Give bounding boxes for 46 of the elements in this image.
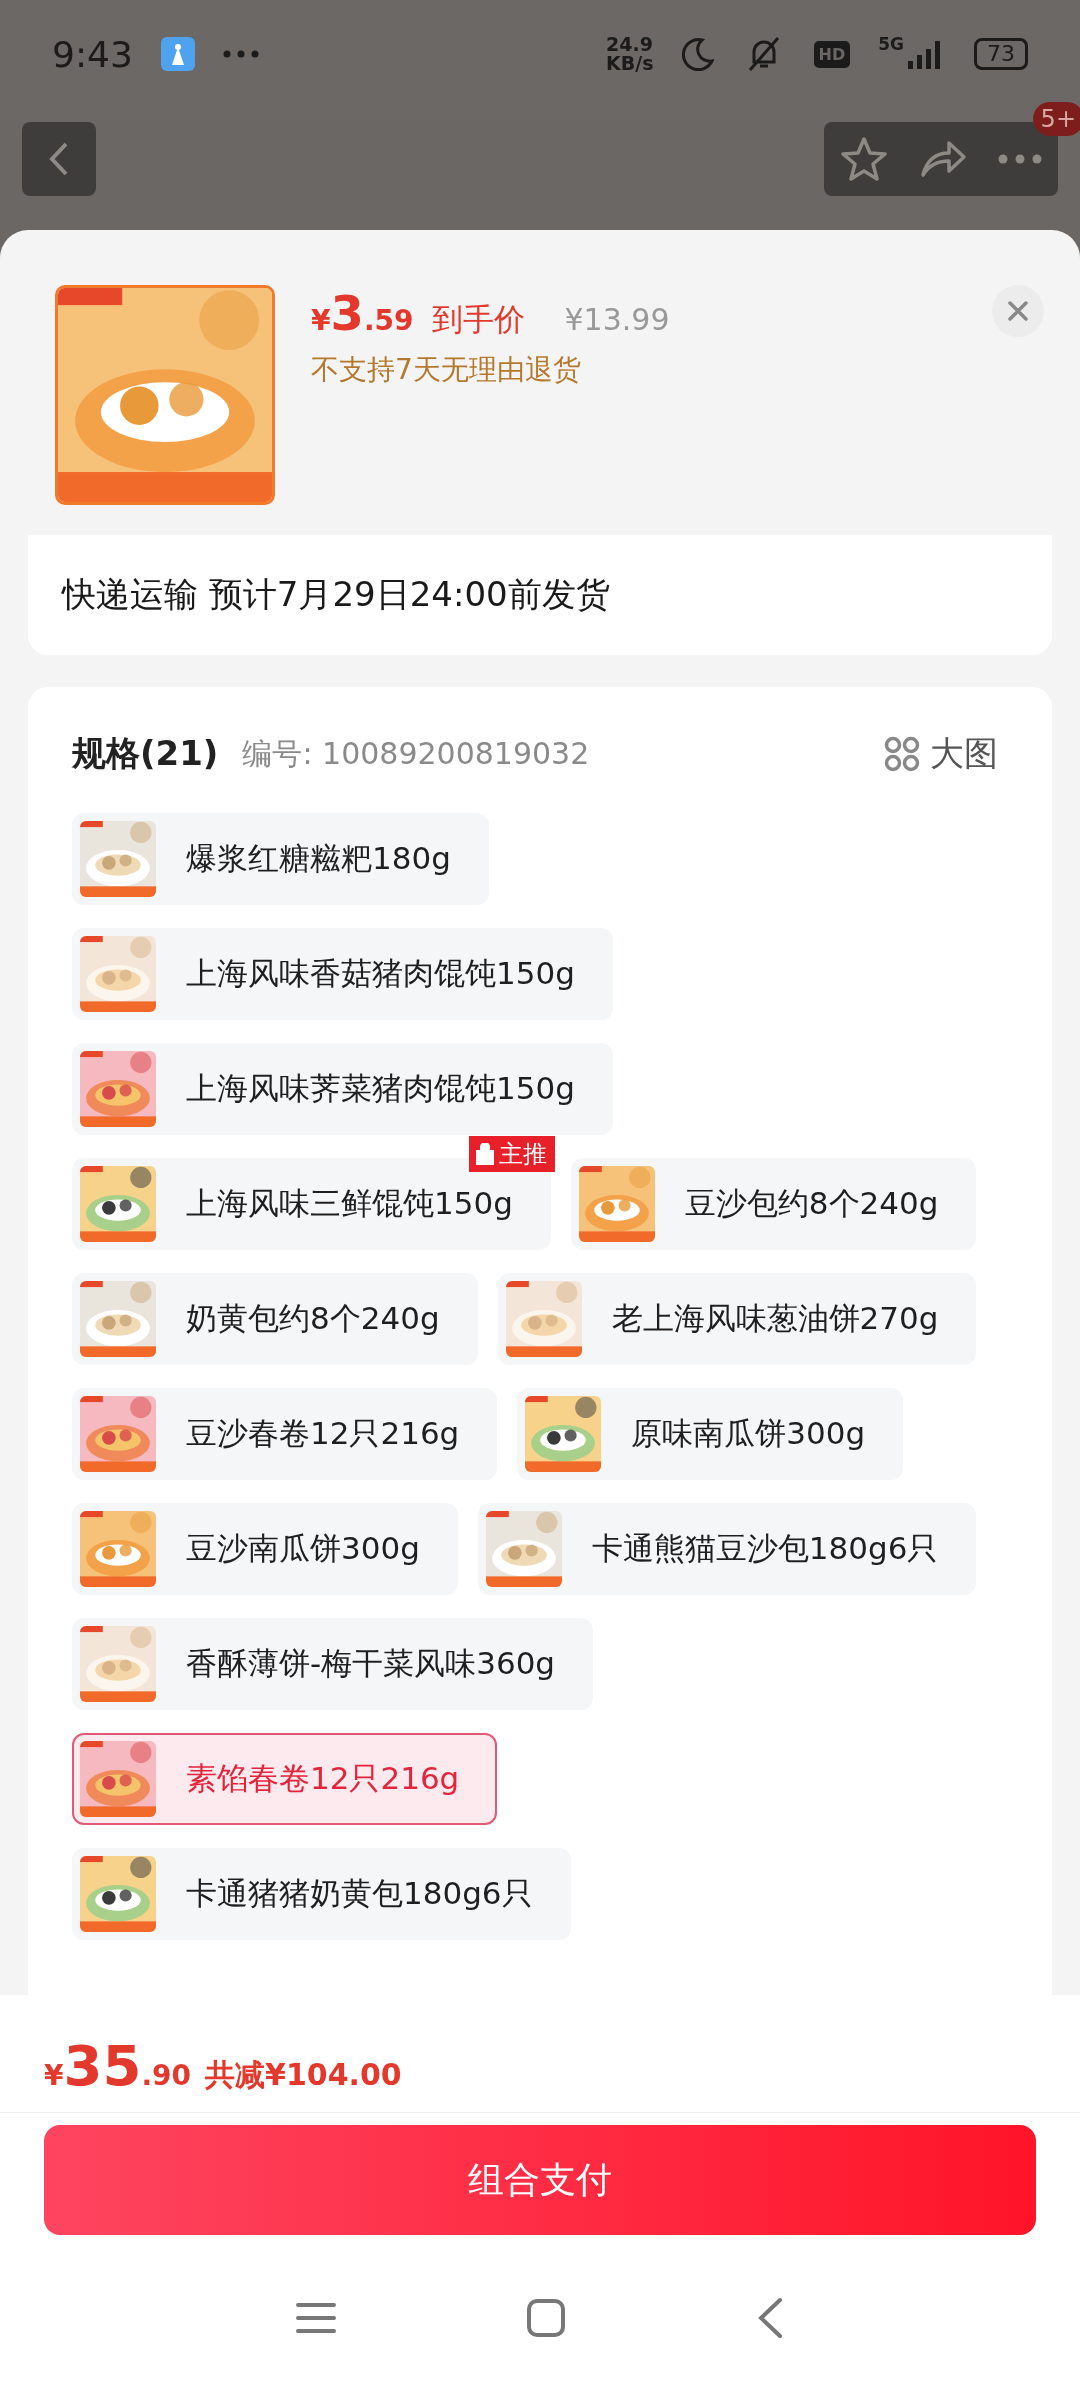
large-view-button[interactable]: 大图 bbox=[884, 731, 1008, 777]
network-speed: 24.9 bbox=[606, 35, 654, 54]
spec-option[interactable]: 卡通猪猪奶黄包180g6只 bbox=[72, 1848, 571, 1940]
favorite-button[interactable] bbox=[839, 136, 888, 182]
spec-title: 规格(21) bbox=[72, 732, 219, 775]
spec-option[interactable]: 上海风味香菇猪肉馄饨150g bbox=[72, 928, 613, 1020]
status-time: 9:43 bbox=[52, 33, 133, 75]
spec-option[interactable]: 原味南瓜饼300g bbox=[517, 1388, 904, 1480]
more-dots-icon bbox=[222, 50, 259, 58]
back-icon[interactable] bbox=[756, 2296, 784, 2339]
spec-option[interactable]: 豆沙包约8个240g bbox=[570, 1158, 977, 1250]
more-button[interactable] bbox=[998, 154, 1043, 164]
network-type: 5G bbox=[878, 34, 904, 54]
close-icon bbox=[1007, 300, 1029, 322]
home-icon[interactable] bbox=[526, 2297, 566, 2338]
menu-icon[interactable] bbox=[296, 2300, 336, 2335]
price-label: 到手价 bbox=[431, 300, 525, 339]
spec-option[interactable]: 老上海风味葱油饼270g bbox=[497, 1273, 977, 1365]
network-speed-unit: KB/s bbox=[606, 54, 654, 73]
share-button[interactable] bbox=[919, 139, 967, 179]
close-button[interactable] bbox=[992, 285, 1044, 337]
spec-option[interactable]: 卡通熊猫豆沙包180g6只 bbox=[477, 1503, 977, 1595]
spec-option[interactable]: 素馅春卷12只216g bbox=[72, 1733, 498, 1825]
battery-level: 73 bbox=[974, 38, 1028, 70]
spec-option[interactable]: 豆沙春卷12只216g bbox=[72, 1388, 498, 1480]
app-notification-icon bbox=[160, 37, 195, 71]
spec-option[interactable]: 上海风味荠菜猪肉馄饨150g bbox=[72, 1043, 613, 1135]
back-icon bbox=[48, 141, 70, 177]
grid-icon bbox=[884, 736, 920, 772]
total-price: ¥35.90 bbox=[44, 2033, 192, 2098]
pay-button[interactable]: 组合支付 bbox=[44, 2125, 1036, 2235]
shipping-info: 快递运输 预计7月29日24:00前发货 bbox=[62, 573, 610, 616]
hd-icon: HD bbox=[813, 40, 851, 68]
spec-option[interactable]: 爆浆红糖糍粑180g bbox=[72, 813, 489, 905]
discount-total: 共减¥104.00 bbox=[205, 2056, 402, 2094]
spec-option[interactable]: 豆沙南瓜饼300g bbox=[72, 1503, 458, 1595]
notification-badge: 5+ bbox=[1032, 102, 1080, 136]
original-price: ¥13.99 bbox=[564, 302, 670, 337]
bag-icon bbox=[474, 1143, 495, 1165]
moon-icon bbox=[681, 37, 714, 71]
spec-option[interactable]: 奶黄包约8个240g bbox=[72, 1273, 478, 1365]
return-notice: 不支持7天无理由退货 bbox=[311, 352, 582, 388]
price: ¥3.59 bbox=[311, 285, 414, 341]
spec-option[interactable]: 香酥薄饼-梅干菜风味360g bbox=[72, 1618, 594, 1710]
item-code: 编号: 10089200819032 bbox=[242, 734, 590, 773]
back-button[interactable] bbox=[22, 122, 96, 196]
